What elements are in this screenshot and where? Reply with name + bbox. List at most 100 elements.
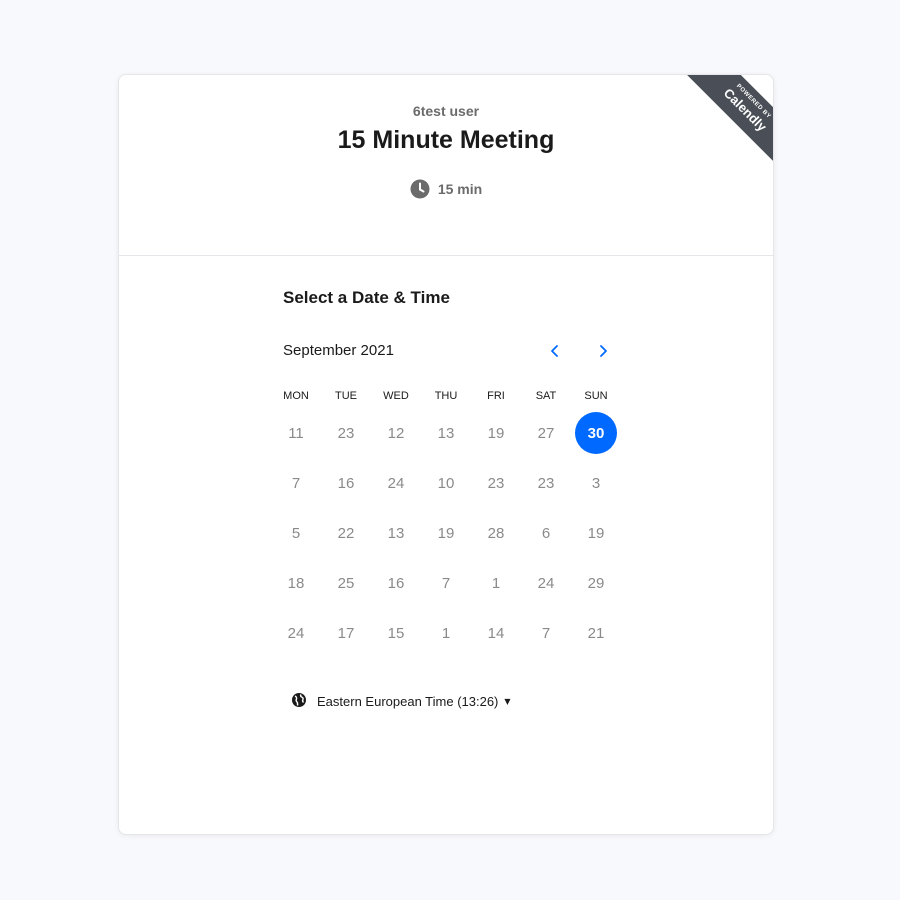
day-number: 23 — [537, 474, 555, 492]
calendar-day: 22 — [321, 508, 371, 558]
day-number: 24 — [537, 574, 555, 592]
calendar-day: 6 — [521, 508, 571, 558]
calendar-day: 19 — [571, 508, 621, 558]
day-number: 5 — [291, 524, 301, 542]
day-number: 30 — [575, 412, 617, 454]
calendar-day: 7 — [271, 458, 321, 508]
calendar-day: 23 — [321, 408, 371, 458]
day-number: 22 — [337, 524, 355, 542]
calendar-day: 19 — [471, 408, 521, 458]
day-number: 7 — [441, 574, 451, 592]
day-number: 12 — [387, 424, 405, 442]
duration-label: 15 min — [437, 181, 483, 197]
day-number: 24 — [387, 474, 405, 492]
calendar-day: 17 — [321, 608, 371, 658]
calendar-week-row: 18 25 16 7 1 24 29 — [271, 558, 621, 608]
weekday-header: MON TUE WED THU FRI SAT SUN — [271, 390, 621, 408]
month-label: September 2021 — [283, 342, 394, 359]
calendar-day: 3 — [571, 458, 621, 508]
day-number: 14 — [487, 624, 505, 642]
day-number: 7 — [291, 474, 301, 492]
day-number: 13 — [387, 524, 405, 542]
weekday-label: FRI — [487, 390, 505, 402]
calendar-day: 12 — [371, 408, 421, 458]
weekday-label: TUE — [335, 390, 357, 402]
calendar-day: 27 — [521, 408, 571, 458]
calendar-week-row: 24 17 15 1 14 7 21 — [271, 608, 621, 658]
calendar-day: 15 — [371, 608, 421, 658]
previous-month-button[interactable] — [542, 338, 568, 364]
day-number: 19 — [487, 424, 505, 442]
calendar-day: 28 — [471, 508, 521, 558]
calendar-weeks: 11 23 12 13 19 27 30 7 16 24 10 23 23 3 5 22 13 19 28 6 19 18… — [271, 408, 621, 658]
globe-icon — [291, 692, 307, 711]
weekday-label: SAT — [535, 390, 557, 402]
day-number: 13 — [437, 424, 455, 442]
day-number: 19 — [587, 524, 605, 542]
calendar-day: 1 — [421, 608, 471, 658]
calendar-week-row: 11 23 12 13 19 27 30 — [271, 408, 621, 458]
day-number: 16 — [387, 574, 405, 592]
section-title: Select a Date & Time — [283, 288, 450, 307]
ribbon-brand: Calendly — [720, 85, 770, 135]
chevron-left-icon — [551, 345, 558, 357]
calendar-day: 19 — [421, 508, 471, 558]
day-number: 17 — [337, 624, 355, 642]
calendar-day: 14 — [471, 608, 521, 658]
calendar-week-row: 5 22 13 19 28 6 19 — [271, 508, 621, 558]
calendar-day: 21 — [571, 608, 621, 658]
calendar-day: 13 — [421, 408, 471, 458]
calendar-day: 11 — [271, 408, 321, 458]
day-number: 1 — [441, 624, 451, 642]
calendar-day: 7 — [421, 558, 471, 608]
calendar-day: 5 — [271, 508, 321, 558]
calendar-day: 24 — [371, 458, 421, 508]
powered-by-calendly-badge[interactable]: POWERED BY Calendly — [674, 75, 773, 169]
calendar-day: 23 — [521, 458, 571, 508]
day-number: 27 — [537, 424, 555, 442]
calendar-day: 23 — [471, 458, 521, 508]
day-number: 18 — [287, 574, 305, 592]
caret-down-icon: ▼ — [504, 697, 511, 706]
day-number: 10 — [437, 474, 455, 492]
timezone-selector[interactable]: Eastern European Time (13:26) ▼ — [291, 692, 511, 711]
weekday-label: THU — [434, 390, 458, 402]
chevron-right-icon — [600, 345, 607, 357]
day-number: 11 — [288, 424, 304, 442]
day-number: 1 — [491, 574, 501, 592]
day-number: 19 — [437, 524, 455, 542]
weekday-label: SUN — [584, 390, 608, 402]
calendar-day: 18 — [271, 558, 321, 608]
calendar-week-row: 7 16 24 10 23 23 3 — [271, 458, 621, 508]
calendar-day: 16 — [321, 458, 371, 508]
day-number: 24 — [287, 624, 305, 642]
calendar-day-selected[interactable]: 30 — [571, 408, 621, 458]
calendar-day: 13 — [371, 508, 421, 558]
day-number: 6 — [541, 524, 551, 542]
month-navigation: September 2021 — [283, 342, 617, 362]
calendar-day: 7 — [521, 608, 571, 658]
clock-icon — [410, 179, 430, 199]
calendar-grid: MON TUE WED THU FRI SAT SUN 11 23 12 13 19 27… — [271, 390, 621, 658]
day-number: 15 — [387, 624, 405, 642]
timezone-label: Eastern European Time (13:26) — [317, 694, 499, 709]
day-number: 25 — [337, 574, 355, 592]
booking-card: 6test user 15 Minute Meeting 15 min POWE… — [118, 74, 774, 835]
calendar-day: 1 — [471, 558, 521, 608]
weekday-label: WED — [383, 390, 409, 402]
calendar-day: 25 — [321, 558, 371, 608]
next-month-button[interactable] — [590, 338, 616, 364]
day-number: 7 — [541, 624, 551, 642]
event-duration: 15 min — [119, 179, 773, 199]
day-number: 16 — [337, 474, 355, 492]
event-header: 6test user 15 Minute Meeting 15 min POWE… — [119, 75, 773, 256]
ribbon-powered-by: POWERED BY — [734, 83, 772, 121]
calendar-day: 10 — [421, 458, 471, 508]
day-number: 3 — [591, 474, 601, 492]
day-number: 21 — [587, 624, 605, 642]
calendar-day: 24 — [271, 608, 321, 658]
ribbon-band: POWERED BY Calendly — [680, 75, 773, 169]
calendar-day: 24 — [521, 558, 571, 608]
weekday-label: MON — [283, 390, 309, 402]
day-number: 29 — [587, 574, 605, 592]
